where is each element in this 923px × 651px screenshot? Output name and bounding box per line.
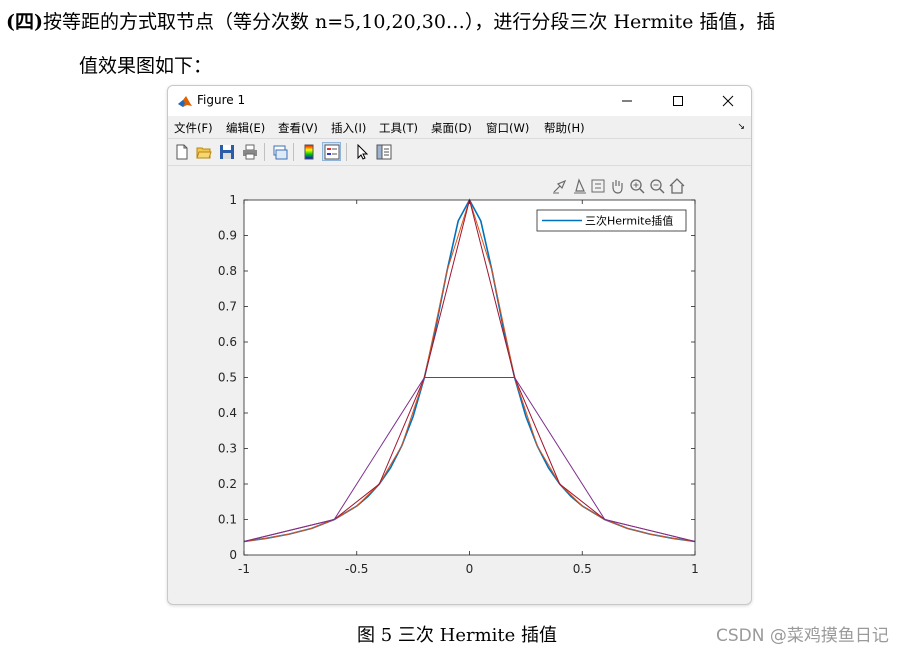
watermark: CSDN @菜鸡摸鱼日记	[716, 626, 889, 646]
x-tick-label: -0.5	[345, 562, 368, 576]
y-tick-label: 0	[229, 548, 237, 562]
x-tick-label: 1	[691, 562, 699, 576]
y-tick-label: 0.8	[218, 264, 237, 278]
plot-canvas[interactable]: -1 -0.5 0 0.5 1 0 0.1 0.2 0.3 0.4 0.5 0.6 0.7 0.8 0.9 1…	[168, 86, 751, 604]
y-tick-label: 0.7	[218, 300, 237, 314]
paragraph-continuation: 值效果图如下：	[79, 55, 213, 77]
x-tick-label: 0.5	[573, 562, 592, 576]
paragraph-text: 按等距的方式取节点（等分次数 n=5,10,20,30…），进行分段三次 Her…	[42, 11, 776, 33]
section-number: (四)	[6, 11, 43, 33]
y-tick-label: 0.6	[218, 335, 237, 349]
y-tick-label: 0.2	[218, 477, 237, 491]
y-tick-label: 1	[229, 193, 237, 207]
y-tick-label: 0.5	[218, 371, 237, 385]
figure-window: Figure 1 文件(F) 编辑(E) 查看(V) 插入(I) 工具(T) 桌…	[167, 85, 752, 605]
figure-caption: 图 5 三次 Hermite 插值	[357, 625, 558, 646]
y-tick-label: 0.3	[218, 442, 237, 456]
legend-label: 三次Hermite插值	[585, 214, 673, 228]
y-tick-label: 0.4	[218, 406, 237, 420]
y-tick-label: 0.1	[218, 513, 237, 527]
x-tick-label: -1	[238, 562, 250, 576]
y-tick-label: 0.9	[218, 229, 237, 243]
x-tick-label: 0	[466, 562, 474, 576]
document-paragraph: (四)按等距的方式取节点（等分次数 n=5,10,20,30…），进行分段三次 …	[6, 7, 775, 34]
